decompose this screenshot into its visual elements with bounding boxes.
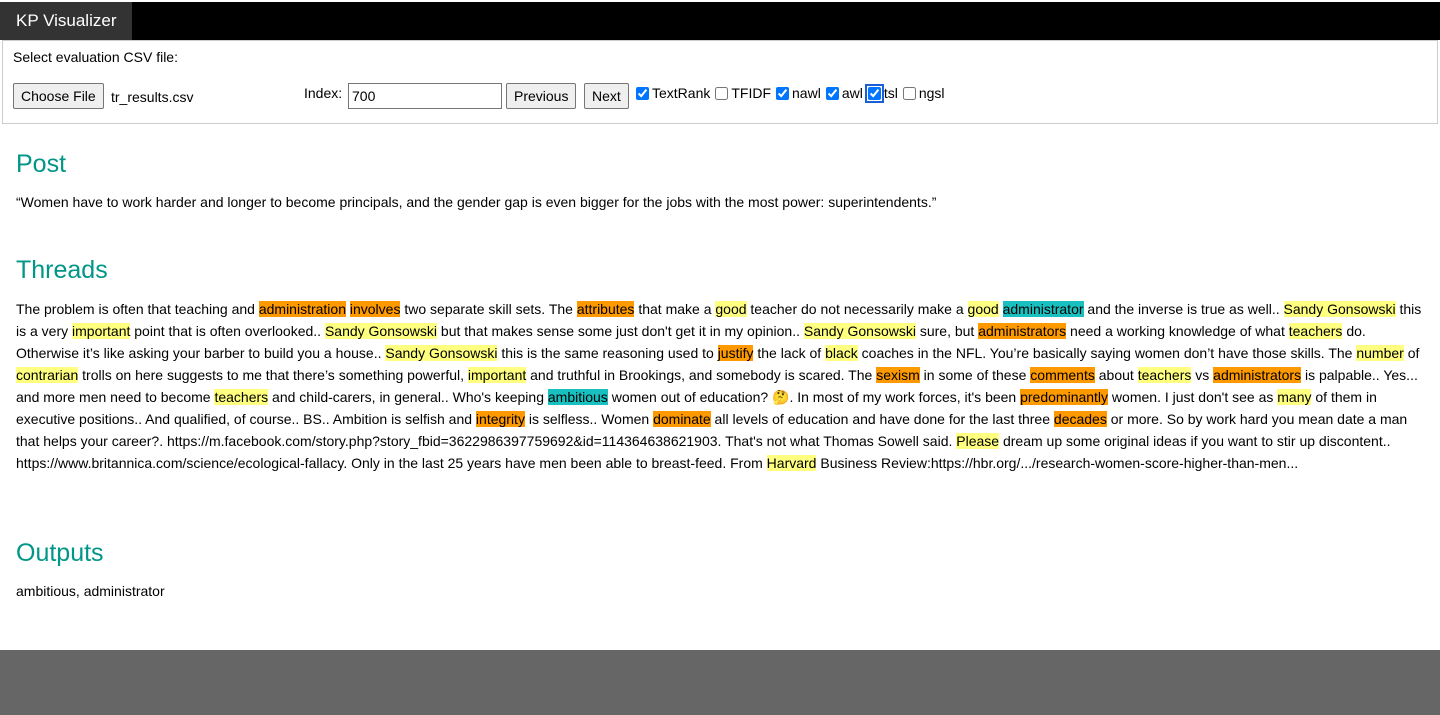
highlighted-keyword: contrarian [16, 367, 79, 383]
thread-text-segment: about [1094, 367, 1138, 383]
checkbox-tsl-input[interactable] [864, 83, 884, 103]
highlighted-keyword: black [825, 345, 858, 361]
checkbox-tsl[interactable]: tsl [864, 83, 898, 103]
highlighted-keyword: involves [349, 301, 401, 317]
thread-text-segment: of [1403, 345, 1420, 361]
thread-text-segment: all levels of education and have done fo… [710, 411, 1054, 427]
thread-text-segment: and truthful in Brookings, and somebody … [526, 367, 877, 383]
selected-file-name: tr_results.csv [111, 89, 194, 105]
checkbox-label: TextRank [652, 85, 711, 101]
post-text: “Women have to work harder and longer to… [16, 194, 937, 210]
thread-text-segment: in some of these [919, 367, 1031, 383]
thread-text-segment: teacher do not necessarily make a [746, 301, 968, 317]
previous-button[interactable]: Previous [506, 83, 577, 109]
checkbox-label: nawl [792, 85, 821, 101]
highlighted-keyword: good [715, 301, 747, 317]
highlighted-keyword: decades [1053, 411, 1107, 427]
thread-text-segment: point that is often overlooked.. [130, 323, 325, 339]
checkbox-tfidf[interactable]: TFIDF [713, 85, 771, 101]
highlighted-keyword: justify [717, 345, 754, 361]
thread-text-segment: but that makes sense some just don't get… [437, 323, 804, 339]
select-file-label: Select evaluation CSV file: [13, 49, 178, 65]
highlighted-keyword: Sandy Gonsowski [803, 323, 916, 339]
highlighted-keyword: Sandy Gonsowski [324, 323, 438, 339]
threads-heading: Threads [16, 256, 108, 284]
next-button[interactable]: Next [584, 83, 629, 109]
threads-text: The problem is often that teaching and a… [16, 298, 1426, 474]
checkbox-ngsl[interactable]: ngsl [901, 85, 945, 101]
thread-text-segment: that make a [634, 301, 716, 317]
method-checkboxes: TextRank TFIDF nawl awl tsl ngsl [634, 83, 948, 103]
checkbox-label: awl [841, 85, 863, 101]
highlighted-keyword: administrators [1213, 367, 1302, 383]
highlighted-keyword: predominantly [1020, 389, 1109, 405]
thread-text-segment: and child-carers, in general.. Who's kee… [268, 389, 548, 405]
thread-text-segment: women out of education? 🤔. In most of my… [607, 389, 1021, 405]
highlighted-keyword: sexism [876, 367, 920, 383]
checkbox-tfidf-input[interactable] [715, 86, 729, 100]
thread-text-segment [999, 301, 1003, 317]
highlighted-keyword: Harvard [766, 455, 817, 471]
checkbox-textrank[interactable]: TextRank [634, 85, 710, 101]
app-title[interactable]: KP Visualizer [0, 2, 133, 40]
checkbox-awl[interactable]: awl [824, 85, 863, 101]
highlighted-keyword: integrity [475, 411, 525, 427]
checkbox-ngsl-input[interactable] [902, 86, 916, 100]
checkbox-label: TFIDF [731, 85, 772, 101]
highlighted-keyword: Please [956, 433, 1000, 449]
highlighted-keyword: important [467, 367, 527, 383]
highlighted-keyword: administrators [978, 323, 1067, 339]
highlighted-keyword: many [1277, 389, 1312, 405]
highlighted-keyword: dominate [653, 411, 711, 427]
thread-text-segment: coaches in the NFL. You’re basically say… [857, 345, 1357, 361]
thread-text-segment: vs [1191, 367, 1214, 383]
thread-text-segment: women. I just don't see as [1108, 389, 1278, 405]
highlighted-keyword: administrator [1002, 301, 1084, 317]
highlighted-keyword: ambitious [547, 389, 608, 405]
highlighted-keyword: Sandy Gonsowski [385, 345, 498, 361]
index-input[interactable] [348, 83, 502, 109]
post-heading: Post [16, 150, 67, 178]
thread-text-segment: two separate skill sets. The [400, 301, 577, 317]
highlighted-keyword: important [72, 323, 131, 339]
highlighted-keyword: number [1356, 345, 1404, 361]
thread-text-segment: this is the same reasoning used to [497, 345, 718, 361]
checkbox-textrank-input[interactable] [636, 86, 649, 100]
thread-text-segment: and the inverse is true as well.. [1083, 301, 1284, 317]
thread-text-segment: trolls on here suggests to me that there… [78, 367, 468, 383]
thread-text-segment: need a working knowledge of what [1066, 323, 1289, 339]
top-nav-bar: KP Visualizer [0, 0, 1440, 40]
thread-text-segment: Business Review:https://hbr.org/.../rese… [816, 455, 1299, 471]
controls-panel: Select evaluation CSV file: Choose File … [2, 40, 1438, 124]
checkbox-nawl-input[interactable] [776, 86, 790, 100]
highlighted-keyword: comments [1030, 367, 1095, 383]
highlighted-keyword: teachers [1288, 323, 1343, 339]
checkbox-nawl[interactable]: nawl [774, 85, 821, 101]
thread-text-segment: The problem is often that teaching and [16, 301, 259, 317]
highlighted-keyword: attributes [576, 301, 635, 317]
index-label: Index: [304, 85, 343, 101]
thread-text-segment: sure, but [915, 323, 979, 339]
checkbox-label: tsl [883, 85, 898, 101]
thread-text-segment: is selfless.. Women [524, 411, 654, 427]
outputs-heading: Outputs [16, 539, 104, 567]
checkbox-label: ngsl [918, 85, 945, 101]
choose-file-button[interactable]: Choose File [13, 83, 104, 109]
highlighted-keyword: teachers [214, 389, 269, 405]
checkbox-awl-input[interactable] [825, 86, 839, 100]
highlighted-keyword: teachers [1137, 367, 1192, 383]
footer [0, 650, 1440, 715]
highlighted-keyword: Sandy Gonsowski [1283, 301, 1396, 317]
highlighted-keyword: good [967, 301, 999, 317]
thread-text-segment: the lack of [753, 345, 826, 361]
highlighted-keyword: administration [258, 301, 346, 317]
outputs-text: ambitious, administrator [16, 583, 165, 599]
